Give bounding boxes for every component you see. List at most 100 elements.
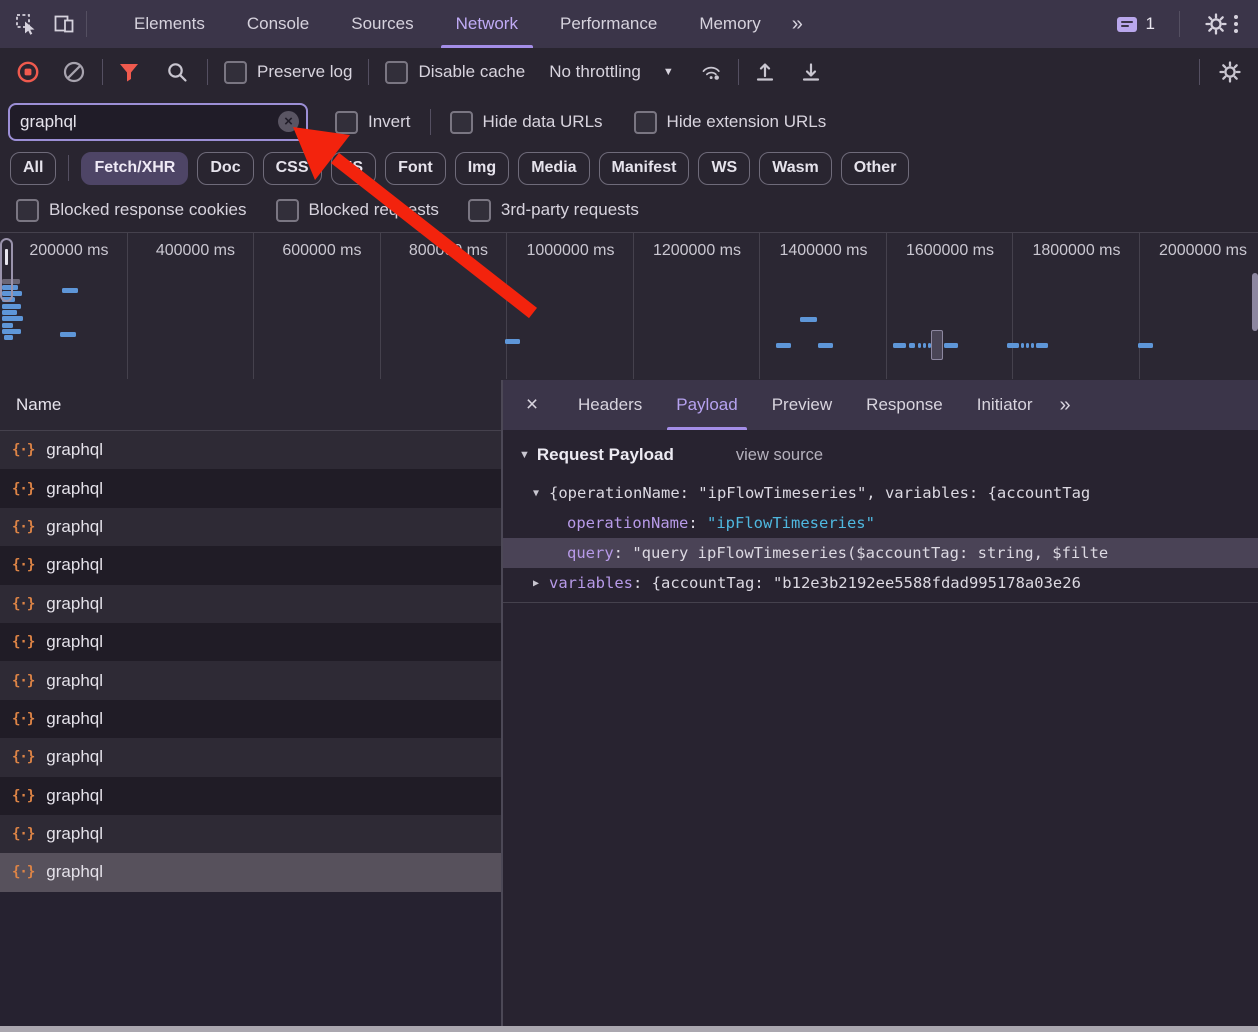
chip-js[interactable]: JS <box>331 152 377 185</box>
inspect-element-icon[interactable] <box>14 12 38 36</box>
more-details-tabs-icon[interactable]: » <box>1059 394 1068 417</box>
clear-filter-icon[interactable]: × <box>278 111 299 132</box>
chip-doc[interactable]: Doc <box>197 152 253 185</box>
waterfall-bar[interactable] <box>505 339 520 344</box>
request-row[interactable]: {·}graphql <box>0 585 501 623</box>
waterfall-bar[interactable] <box>2 310 17 315</box>
overview-left-handle[interactable] <box>0 238 13 302</box>
tab-memory[interactable]: Memory <box>678 0 781 48</box>
waterfall-bar[interactable] <box>1036 343 1048 348</box>
waterfall-bar[interactable] <box>2 329 21 334</box>
request-row[interactable]: {·}graphql <box>0 546 501 584</box>
device-toolbar-icon[interactable] <box>52 12 76 36</box>
tree-triangle-icon[interactable]: ▶ <box>533 578 549 589</box>
hide-extension-urls-label[interactable]: Hide extension URLs <box>667 112 827 132</box>
tree-triangle-icon[interactable]: ▼ <box>533 488 549 499</box>
details-tab-payload[interactable]: Payload <box>659 380 754 430</box>
waterfall-bar[interactable] <box>1138 343 1153 348</box>
waterfall-bar[interactable] <box>818 343 833 348</box>
export-har-icon[interactable] <box>799 60 823 84</box>
request-row[interactable]: {·}graphql <box>0 469 501 507</box>
import-har-icon[interactable] <box>753 60 777 84</box>
waterfall-bar[interactable] <box>62 288 78 293</box>
waterfall-bar[interactable] <box>944 343 958 348</box>
details-tab-preview[interactable]: Preview <box>755 380 849 430</box>
chip-other[interactable]: Other <box>841 152 910 185</box>
request-row[interactable]: {·}graphql <box>0 431 501 469</box>
request-row[interactable]: {·}graphql <box>0 508 501 546</box>
waterfall-bar[interactable] <box>2 316 23 321</box>
checkbox[interactable] <box>16 199 39 222</box>
settings-gear-icon[interactable] <box>1204 12 1228 36</box>
more-tabs-icon[interactable]: » <box>792 13 801 36</box>
disable-cache-label[interactable]: Disable cache <box>418 62 525 82</box>
invert-checkbox[interactable] <box>335 111 358 134</box>
hide-extension-urls-checkbox[interactable] <box>634 111 657 134</box>
request-row[interactable]: {·}graphql <box>0 700 501 738</box>
waterfall-bar[interactable] <box>800 317 817 322</box>
checkbox-label[interactable]: Blocked requests <box>309 200 439 220</box>
waterfall-bar[interactable] <box>893 343 906 348</box>
request-row[interactable]: {·}graphql <box>0 623 501 661</box>
waterfall-bar[interactable] <box>1031 343 1034 348</box>
waterfall-bar[interactable] <box>1007 343 1019 348</box>
filter-input[interactable]: graphql × <box>8 103 308 141</box>
request-row[interactable]: {·}graphql <box>0 853 501 891</box>
preserve-log-label[interactable]: Preserve log <box>257 62 352 82</box>
tab-network[interactable]: Network <box>435 0 539 48</box>
request-row[interactable]: {·}graphql <box>0 815 501 853</box>
chip-fetch-xhr[interactable]: Fetch/XHR <box>81 152 188 185</box>
search-icon[interactable] <box>165 60 189 84</box>
chip-manifest[interactable]: Manifest <box>599 152 690 185</box>
checkbox-label[interactable]: Blocked response cookies <box>49 200 247 220</box>
invert-label[interactable]: Invert <box>368 112 411 132</box>
network-settings-gear-icon[interactable] <box>1218 60 1242 84</box>
name-column-header[interactable]: Name <box>0 380 501 431</box>
waterfall-bar[interactable] <box>4 335 13 340</box>
hide-data-urls-label[interactable]: Hide data URLs <box>483 112 603 132</box>
waterfall-bar[interactable] <box>2 304 21 309</box>
close-icon[interactable]: × <box>503 393 561 417</box>
hide-data-urls-checkbox[interactable] <box>450 111 473 134</box>
menu-dots-icon[interactable] <box>1234 15 1238 33</box>
disable-cache-checkbox[interactable] <box>385 61 408 84</box>
waterfall-bar[interactable] <box>2 323 13 328</box>
chip-ws[interactable]: WS <box>698 152 750 185</box>
checkbox[interactable] <box>468 199 491 222</box>
overview-scrollbar-thumb[interactable] <box>1252 273 1258 331</box>
tab-performance[interactable]: Performance <box>539 0 678 48</box>
filter-icon[interactable] <box>117 60 141 84</box>
waterfall-bar[interactable] <box>1021 343 1024 348</box>
request-row[interactable]: {·}graphql <box>0 661 501 699</box>
details-tab-response[interactable]: Response <box>849 380 960 430</box>
request-row[interactable]: {·}graphql <box>0 777 501 815</box>
waterfall-bar[interactable] <box>923 343 926 348</box>
waterfall-bar[interactable] <box>776 343 791 348</box>
details-tab-headers[interactable]: Headers <box>561 380 659 430</box>
details-tab-initiator[interactable]: Initiator <box>960 380 1050 430</box>
view-source-link[interactable]: view source <box>736 446 823 465</box>
clear-network-log-icon[interactable] <box>62 60 86 84</box>
throttling-select[interactable]: No throttling ▼ <box>549 62 674 82</box>
tab-elements[interactable]: Elements <box>113 0 226 48</box>
tab-sources[interactable]: Sources <box>330 0 434 48</box>
network-conditions-icon[interactable] <box>700 60 724 84</box>
chip-wasm[interactable]: Wasm <box>759 152 832 185</box>
waterfall-bar[interactable] <box>918 343 921 348</box>
chip-media[interactable]: Media <box>518 152 589 185</box>
request-row[interactable]: {·}graphql <box>0 738 501 776</box>
collapse-triangle-icon[interactable]: ▼ <box>519 449 530 461</box>
chip-css[interactable]: CSS <box>263 152 322 185</box>
checkbox[interactable] <box>276 199 299 222</box>
preserve-log-checkbox[interactable] <box>224 61 247 84</box>
chip-all[interactable]: All <box>10 152 56 185</box>
issues-indicator[interactable]: 1 <box>1117 14 1155 34</box>
chip-font[interactable]: Font <box>385 152 446 185</box>
record-network-log-icon[interactable] <box>16 60 40 84</box>
tab-console[interactable]: Console <box>226 0 330 48</box>
chip-img[interactable]: Img <box>455 152 509 185</box>
waterfall-bar[interactable] <box>909 343 915 348</box>
checkbox-label[interactable]: 3rd-party requests <box>501 200 639 220</box>
waterfall-bar[interactable] <box>60 332 76 337</box>
waterfall-bar[interactable] <box>1026 343 1029 348</box>
